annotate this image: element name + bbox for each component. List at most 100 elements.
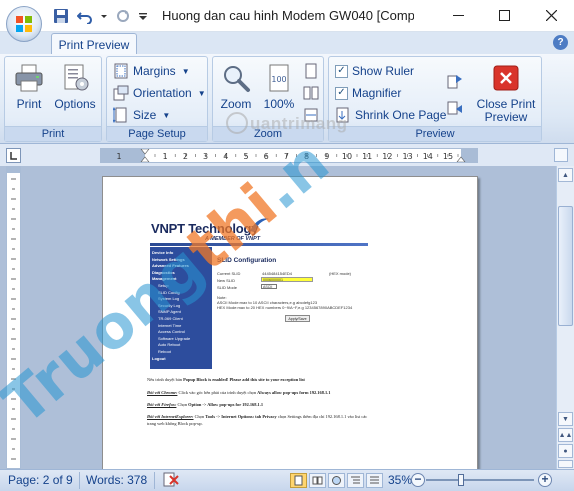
scroll-up-button[interactable]: ▲: [558, 168, 573, 182]
slid-mode-select: ASCII: [261, 284, 277, 289]
zoom-100-button[interactable]: 100 100%: [259, 61, 299, 111]
preview-group-label: Preview: [329, 126, 541, 141]
scroll-down-button[interactable]: ▼: [558, 412, 573, 426]
zoom-button[interactable]: Zoom: [217, 61, 255, 111]
document-page[interactable]: VNPT Technology A MEMBER OF VNPT Device …: [102, 176, 478, 469]
magnifier-checkbox[interactable]: ✓ Magnifier: [335, 83, 401, 103]
close-window-button[interactable]: [528, 0, 574, 30]
next-page-icon: [447, 73, 463, 89]
size-button[interactable]: Size ▼: [113, 105, 170, 125]
horizontal-ruler[interactable]: 1123456789101112131415: [100, 148, 478, 163]
size-dropdown-icon: ▼: [162, 110, 171, 120]
show-ruler-checkbox[interactable]: ✓ Show Ruler: [335, 61, 414, 81]
print-layout-view-button[interactable]: [290, 473, 307, 488]
outline-view-button[interactable]: [347, 473, 364, 488]
help-icon[interactable]: ?: [553, 35, 568, 50]
next-page-button[interactable]: [447, 71, 463, 91]
print-button[interactable]: Print: [11, 61, 47, 111]
quick-access-toolbar: [52, 6, 148, 26]
two-pages-button[interactable]: [303, 83, 319, 103]
next-page-scroll-button[interactable]: [558, 460, 573, 468]
ruler-label: 1: [116, 152, 121, 161]
print-label: Print: [16, 97, 42, 111]
view-ruler-toggle[interactable]: [554, 148, 568, 162]
office-button[interactable]: [6, 6, 42, 42]
zoom-100-label: 100%: [263, 97, 295, 111]
vertical-scrollbar[interactable]: ▲ ▼ ▲▲ ●: [556, 166, 574, 469]
previous-page-scroll-button[interactable]: ▲▲: [558, 428, 573, 442]
slid-mode-label: SLID Mode: [217, 285, 238, 290]
title-bar: Huong dan cau hinh Modem GW040 [Compa...: [0, 0, 574, 32]
options-label: Options: [54, 97, 96, 111]
zoom-out-button[interactable]: −: [411, 473, 425, 487]
tab-stop-selector[interactable]: [6, 148, 21, 163]
maximize-button[interactable]: [481, 0, 527, 30]
minimize-button[interactable]: [435, 0, 481, 30]
web-layout-view-button[interactable]: [328, 473, 345, 488]
zoom-level[interactable]: 35%: [388, 473, 412, 487]
customize-toolbar-icon[interactable]: [138, 7, 148, 25]
close-print-preview-label-2: Preview: [484, 110, 528, 124]
orientation-dropdown-icon: ▼: [197, 88, 206, 98]
hex-mode-label: (HEX mode): [329, 271, 352, 276]
ribbon-tab-strip: Print Preview ?: [0, 32, 574, 55]
view-buttons: [290, 473, 383, 488]
proofing-icon[interactable]: [162, 472, 180, 491]
draft-view-button[interactable]: [366, 473, 383, 488]
select-browse-object-button[interactable]: ●: [558, 444, 573, 458]
modem-nav-item: SNMP Agent: [158, 309, 181, 315]
modem-nav-item: Reboot: [158, 348, 171, 354]
tab-print-preview[interactable]: Print Preview: [51, 33, 137, 55]
preview-workspace[interactable]: VNPT Technology A MEMBER OF VNPT Device …: [0, 166, 556, 469]
one-page-button[interactable]: [303, 61, 319, 81]
zoom-slider[interactable]: [426, 479, 534, 481]
save-icon[interactable]: [52, 7, 70, 25]
ribbon: Print Options Print Margins ▼ Orientation…: [0, 54, 574, 144]
modem-nav-item: Advanced Features: [152, 263, 189, 269]
magnifier-zoom-icon: [220, 61, 252, 95]
vnpt-logo-text: VNPT Technology: [151, 221, 259, 236]
modem-nav-item: Internet Time: [158, 322, 182, 328]
modem-nav-item: Network Settings: [152, 256, 185, 262]
vertical-ruler[interactable]: [6, 166, 21, 469]
close-print-preview-button[interactable]: Close Print Preview: [473, 61, 539, 124]
shrink-one-page-button[interactable]: Shrink One Page: [335, 105, 446, 125]
page-100-icon: 100: [263, 61, 295, 95]
size-label: Size: [133, 108, 157, 122]
zoom-group-label: Zoom: [213, 126, 323, 141]
ruler-area: 1123456789101112131415: [0, 144, 574, 166]
status-bar: Page: 2 of 9 Words: 378 35% − +: [0, 469, 574, 491]
page-width-button[interactable]: [303, 105, 319, 125]
page-width-icon: [303, 107, 319, 123]
apply-save-button: Apply/Save: [285, 315, 310, 322]
page-setup-group-label: Page Setup: [107, 126, 207, 141]
modem-nav-item: Auto Reboot: [158, 342, 181, 348]
options-button[interactable]: Options: [53, 61, 97, 111]
previous-page-button[interactable]: [447, 97, 463, 117]
zoom-slider-knob[interactable]: [458, 474, 464, 486]
margins-icon: [113, 63, 129, 79]
word-count[interactable]: Words: 378: [86, 473, 147, 487]
current-slid-value: 4445484154ED4: [262, 271, 293, 276]
close-preview-icon: [490, 61, 522, 95]
one-page-icon: [303, 63, 319, 79]
undo-dropdown-icon[interactable]: [100, 7, 108, 25]
redo-icon[interactable]: [114, 7, 132, 25]
modem-nav-item: Setup: [158, 282, 169, 288]
page-count[interactable]: Page: 2 of 9: [8, 473, 73, 487]
two-pages-icon: [303, 85, 319, 101]
shrink-page-icon: [335, 107, 351, 123]
undo-icon[interactable]: [76, 7, 94, 25]
vnpt-header-bar: [150, 243, 368, 246]
full-screen-reading-view-button[interactable]: [309, 473, 326, 488]
modem-nav-item: Access Control: [158, 329, 185, 335]
margins-label: Margins: [133, 64, 176, 78]
scrollbar-thumb[interactable]: [558, 206, 573, 326]
window-title: Huong dan cau hinh Modem GW040 [Compa...: [162, 8, 414, 23]
margins-button[interactable]: Margins ▼: [113, 61, 190, 81]
orientation-label: Orientation: [133, 86, 192, 100]
orientation-button[interactable]: Orientation ▼: [113, 83, 206, 103]
modem-nav-menu: Device Info Network Settings Advanced Feat…: [150, 247, 212, 369]
zoom-in-button[interactable]: +: [538, 473, 552, 487]
show-ruler-label: Show Ruler: [352, 64, 415, 78]
